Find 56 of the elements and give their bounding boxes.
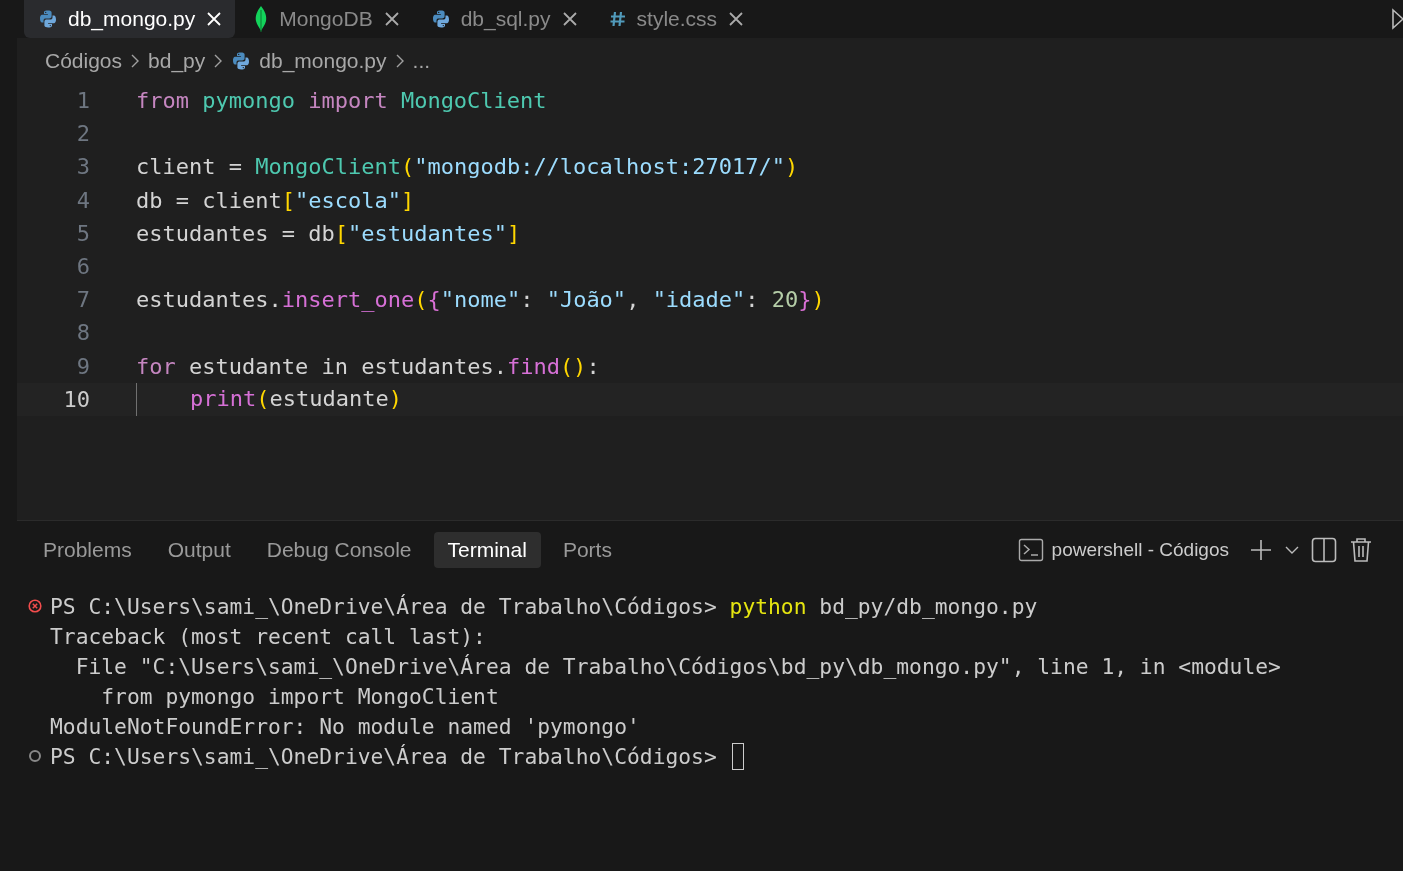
close-icon[interactable] (205, 10, 224, 28)
panel-tab[interactable]: Output (153, 532, 245, 568)
breadcrumb-item[interactable]: db_mongo.py (259, 49, 387, 73)
code-line: print(estudante) (136, 382, 402, 416)
python-icon (430, 9, 451, 29)
panel-tab[interactable]: Ports (548, 532, 626, 568)
terminal-line: ModuleNotFoundError: No module named 'pymongo' (50, 713, 640, 739)
chevron-icon (213, 53, 224, 69)
trash-icon[interactable] (1349, 536, 1373, 564)
terminal-selector[interactable]: powershell - Códigos (1017, 537, 1229, 563)
terminal-line: PS C:\Users\sami_\OneDrive\Área de Trabalho\Códigos> python bd_py/db_mongo.py (50, 593, 1038, 619)
line-number: 8 (75, 320, 91, 346)
line-number: 4 (75, 187, 91, 213)
editor-tab[interactable]: db_sql.py (416, 0, 591, 38)
line-number: 5 (75, 220, 91, 246)
error-circle-icon (28, 599, 42, 613)
code-line: estudantes.insert_one({"nome": "João", "idade": 20}) (136, 287, 825, 313)
panel-tab[interactable]: Debug Console (252, 532, 426, 568)
circle-icon (28, 749, 42, 763)
line-number: 3 (75, 154, 91, 180)
terminal-icon (1017, 537, 1044, 563)
code-line: db = client["escola"] (136, 187, 415, 213)
editor-tab[interactable]: db_mongo.py (24, 0, 236, 38)
plus-icon[interactable] (1249, 538, 1273, 562)
code-line: for estudante in estudantes.find(): (136, 353, 600, 379)
close-icon[interactable] (727, 10, 746, 28)
breadcrumb-item[interactable]: ... (412, 49, 431, 73)
python-icon (231, 51, 252, 71)
close-icon[interactable] (560, 10, 579, 28)
breadcrumb-item[interactable]: bd_py (148, 49, 206, 73)
python-icon (38, 9, 58, 29)
breadcrumb-item[interactable]: Códigos (45, 49, 123, 73)
terminal-cursor (731, 742, 744, 770)
line-number: 1 (75, 88, 91, 114)
chevron-down-icon[interactable] (1285, 545, 1299, 555)
line-number: 6 (75, 254, 91, 280)
line-number: 2 (75, 121, 91, 147)
code-line: estudantes = db["estudantes"] (136, 220, 521, 246)
chevron-icon (394, 53, 405, 69)
terminal-line: PS C:\Users\sami_\OneDrive\Área de Trabalho\Códigos> (50, 743, 718, 769)
editor-tab[interactable]: MongoDB (239, 0, 413, 38)
panel-tab[interactable]: Problems (29, 532, 146, 568)
close-icon[interactable] (382, 10, 401, 28)
line-number: 7 (75, 287, 91, 313)
panel-tab[interactable]: Terminal (433, 532, 541, 568)
terminal-line: File "C:\Users\sami_\OneDrive\Área de Trabalho\Códigos\bd_py\db_mongo.py", line 1, in <module> (74, 653, 1281, 679)
editor-tab[interactable]: style.css (594, 0, 758, 38)
terminal-line: from pymongo import MongoClient (100, 683, 499, 709)
code-line: from pymongo import MongoClient (136, 88, 547, 114)
split-icon[interactable] (1311, 537, 1337, 563)
line-number: 9 (75, 353, 91, 379)
chevron-icon (130, 53, 141, 69)
line-number: 10 (62, 386, 91, 412)
code-line: client = MongoClient("mongodb://localhost:27017/") (136, 154, 799, 180)
terminal-line: Traceback (most recent call last): (50, 623, 486, 649)
hash-icon (608, 10, 627, 28)
